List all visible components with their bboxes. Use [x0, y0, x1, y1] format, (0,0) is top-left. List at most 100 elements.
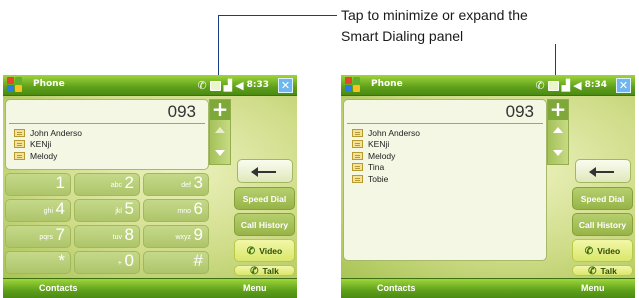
key-star[interactable]: *	[5, 251, 71, 274]
contact-card-icon	[14, 151, 25, 160]
list-item[interactable]: Melody	[352, 150, 420, 162]
signal-icon[interactable]: ▟	[562, 78, 570, 93]
close-icon[interactable]: ✕	[616, 78, 631, 93]
windows-start-icon[interactable]	[7, 77, 24, 94]
speaker-icon[interactable]: ◀	[573, 78, 581, 93]
phone-icon[interactable]: ✆	[197, 78, 206, 93]
message-icon[interactable]	[209, 80, 221, 91]
key-3[interactable]: def 3	[143, 173, 209, 196]
phone-icon[interactable]: ✆	[535, 78, 544, 93]
number-divider	[9, 123, 205, 124]
contact-matches: John Anderso KENji Melody Tina Tobie	[352, 127, 420, 185]
handset-icon: ✆	[588, 266, 597, 277]
key-digit: 5	[124, 199, 134, 218]
video-call-icon: ✆	[584, 246, 594, 257]
contact-card-icon	[352, 174, 363, 183]
key-digit: 6	[193, 199, 203, 218]
backspace-button[interactable]	[237, 159, 293, 183]
key-letters: def	[181, 182, 191, 189]
scroll-down-icon[interactable]	[215, 150, 225, 156]
dialed-number[interactable]: 093	[506, 102, 534, 122]
key-2[interactable]: abc 2	[74, 173, 140, 196]
scroll-up-icon[interactable]	[553, 127, 563, 133]
key-letters: tuv	[112, 234, 122, 241]
list-item[interactable]: Tina	[352, 162, 420, 174]
key-hash[interactable]: #	[143, 251, 209, 274]
expand-collapse-button[interactable]: +	[210, 99, 230, 120]
key-digit: 1	[55, 173, 65, 192]
callout-text: Tap to minimize or expand the Smart Dial…	[341, 5, 637, 47]
signal-icon[interactable]: ▟	[224, 78, 232, 93]
talk-label: Talk	[600, 266, 617, 276]
key-0[interactable]: +0	[74, 251, 140, 274]
list-item[interactable]: KENji	[14, 139, 82, 151]
key-9[interactable]: wxyz 9	[143, 225, 209, 248]
key-digit: 9	[193, 225, 203, 244]
title-bar: Phone ✆ ▟ ◀ 8:34 ✕	[341, 75, 635, 96]
close-icon[interactable]: ✕	[278, 78, 293, 93]
softkey-contacts[interactable]: Contacts	[39, 283, 78, 293]
scroll-down-icon[interactable]	[553, 150, 563, 156]
smart-dialing-panel: 093 John Anderso KENji Melody Tina Tobie	[343, 99, 547, 261]
key-6[interactable]: mno 6	[143, 199, 209, 222]
windows-start-icon[interactable]	[345, 77, 362, 94]
talk-label: Talk	[262, 266, 279, 276]
video-call-button[interactable]: ✆ Video	[572, 239, 633, 262]
dial-keypad: 1 abc 2 def 3 ghi 4 jkl 5 mno 6 pqrs 7 tuv 8 wx…	[5, 173, 209, 274]
app-title: Phone	[33, 79, 65, 89]
status-icons: ✆ ▟ ◀ 8:34	[535, 78, 607, 93]
key-digit: 3	[193, 173, 203, 192]
video-call-button[interactable]: ✆ Video	[234, 239, 295, 262]
contact-name: KENji	[368, 139, 390, 150]
key-4[interactable]: ghi 4	[5, 199, 71, 222]
app-title: Phone	[371, 79, 403, 89]
call-history-button[interactable]: Call History	[572, 213, 633, 236]
clock[interactable]: 8:34	[585, 78, 607, 93]
key-digit: #	[193, 251, 203, 270]
call-history-button[interactable]: Call History	[234, 213, 295, 236]
callout-line-1: Tap to minimize or expand the	[341, 7, 528, 23]
list-item[interactable]: KENji	[352, 139, 420, 151]
softkey-menu[interactable]: Menu	[581, 283, 605, 293]
speed-dial-button[interactable]: Speed Dial	[572, 187, 633, 210]
list-item[interactable]: Melody	[14, 150, 82, 162]
talk-button[interactable]: ✆ Talk	[234, 265, 295, 277]
contact-card-icon	[14, 140, 25, 149]
panel-scroll-strip: +	[209, 99, 231, 165]
callout-leader-horizontal	[218, 15, 337, 16]
key-digit: 0	[124, 251, 134, 270]
key-digit: 4	[55, 199, 65, 218]
contact-name: KENji	[30, 139, 52, 150]
contact-card-icon	[14, 128, 25, 137]
backspace-button[interactable]	[575, 159, 631, 183]
list-item[interactable]: Tobie	[352, 173, 420, 185]
contact-name: Melody	[368, 150, 396, 161]
scroll-up-icon[interactable]	[215, 127, 225, 133]
contact-name: Melody	[30, 150, 58, 161]
key-letters: jkl	[115, 208, 122, 215]
speed-dial-button[interactable]: Speed Dial	[234, 187, 295, 210]
talk-button[interactable]: ✆ Talk	[572, 265, 633, 277]
panel-scroll-strip: +	[547, 99, 569, 165]
backspace-arrow-icon	[251, 167, 276, 177]
key-digit: 8	[124, 225, 134, 244]
expand-collapse-button[interactable]: +	[548, 99, 568, 120]
softkey-contacts[interactable]: Contacts	[377, 283, 416, 293]
clock[interactable]: 8:33	[247, 78, 269, 93]
contact-matches: John Anderso KENji Melody	[14, 127, 82, 162]
key-7[interactable]: pqrs 7	[5, 225, 71, 248]
key-1[interactable]: 1	[5, 173, 71, 196]
dialed-number[interactable]: 093	[168, 102, 196, 122]
key-5[interactable]: jkl 5	[74, 199, 140, 222]
dialer-content: 093 John Anderso KENji Melody + 1 abc 2 d…	[3, 96, 297, 278]
phone-screen-expanded-keypad: Phone ✆ ▟ ◀ 8:33 ✕ 093 John Anderso KENj…	[3, 75, 297, 298]
key-digit: *	[58, 251, 65, 270]
key-8[interactable]: tuv 8	[74, 225, 140, 248]
message-icon[interactable]	[547, 80, 559, 91]
contact-name: John Anderso	[368, 127, 420, 138]
softkey-menu[interactable]: Menu	[243, 283, 267, 293]
video-label: Video	[597, 246, 621, 256]
list-item[interactable]: John Anderso	[14, 127, 82, 139]
speaker-icon[interactable]: ◀	[235, 78, 243, 93]
list-item[interactable]: John Anderso	[352, 127, 420, 139]
